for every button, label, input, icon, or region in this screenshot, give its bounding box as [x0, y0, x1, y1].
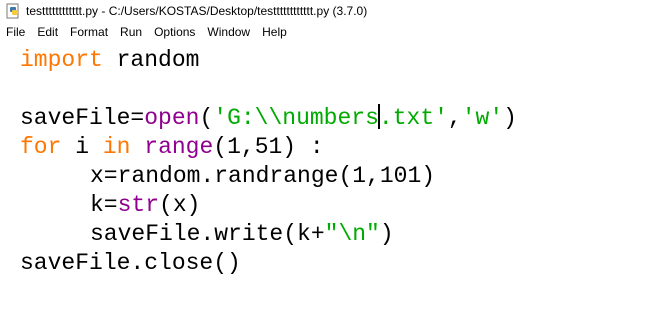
builtin-token: str [117, 192, 160, 218]
code-token: saveFile.write(k+ [90, 221, 325, 247]
title-bar: testttttttttttt.py - C:/Users/KOSTAS/Des… [0, 0, 671, 22]
code-token: k= [90, 192, 118, 218]
menu-bar: File Edit Format Run Options Window Help [0, 22, 671, 42]
menu-window[interactable]: Window [201, 25, 256, 39]
builtin-token: open [144, 105, 200, 131]
code-token: ) [503, 105, 517, 131]
string-token: "\n" [324, 221, 380, 247]
code-token: ( [199, 105, 214, 131]
code-token: saveFile.close() [20, 250, 241, 276]
code-token: (1,51) : [213, 134, 324, 160]
code-line-8: saveFile.close() [20, 249, 241, 278]
string-token: 'w' [461, 105, 504, 131]
code-token: , [447, 105, 462, 131]
keyword-token: in [102, 134, 131, 160]
code-token: i [61, 134, 103, 160]
code-editor[interactable]: import random saveFile=open('G:\\numbers… [0, 44, 671, 325]
menu-options[interactable]: Options [148, 25, 201, 39]
menu-edit[interactable]: Edit [31, 25, 64, 39]
menu-help[interactable]: Help [256, 25, 293, 39]
python-file-icon [6, 3, 22, 19]
menu-run[interactable]: Run [114, 25, 148, 39]
keyword-token: for [20, 134, 62, 160]
keyword-token: import [20, 47, 103, 73]
code-line-4: for i in range(1,51) : [20, 133, 324, 162]
code-line-7: saveFile.write(k+"\n") [90, 220, 394, 249]
string-token: 'G:\\numbers [213, 105, 379, 131]
builtin-token: range [144, 134, 214, 160]
string-token: .txt' [378, 105, 448, 131]
code-line-5: x=random.randrange(1,101) [90, 162, 435, 191]
code-line-6: k=str(x) [90, 191, 200, 220]
code-token: saveFile= [20, 105, 145, 131]
code-line-3: saveFile=open('G:\\numbers.txt','w') [20, 104, 517, 133]
code-line-1: import random [20, 46, 199, 75]
code-token: ) [379, 221, 394, 247]
code-token: x=random.randrange(1,101) [90, 163, 436, 189]
code-token: (x) [159, 192, 201, 218]
menu-file[interactable]: File [0, 25, 31, 39]
menu-format[interactable]: Format [64, 25, 114, 39]
code-token: random [102, 47, 200, 73]
window-title: testttttttttttt.py - C:/Users/KOSTAS/Des… [26, 4, 368, 18]
